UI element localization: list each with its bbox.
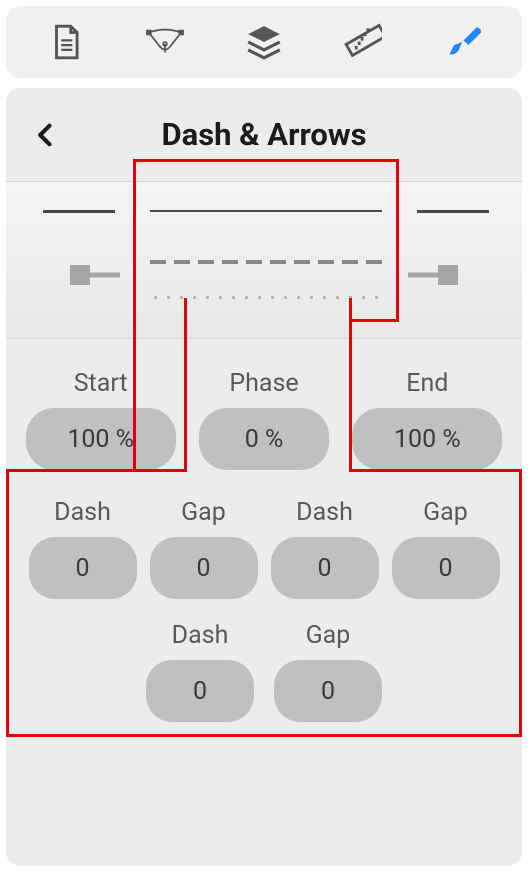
gap2-value[interactable]: 0 <box>392 537 500 599</box>
arrow-endcap-preview <box>408 253 498 297</box>
dash1-control: Dash 0 <box>22 498 143 599</box>
brush-icon[interactable] <box>440 20 484 64</box>
gap3-value[interactable]: 0 <box>274 660 382 722</box>
dash-label: Dash <box>54 498 111 527</box>
gap1-value[interactable]: 0 <box>150 537 258 599</box>
pen-nib-icon[interactable] <box>143 20 187 64</box>
phase-label: Phase <box>229 369 298 398</box>
layers-icon[interactable] <box>242 20 286 64</box>
arrow-endcap-preview <box>34 253 124 297</box>
start-value[interactable]: 100 % <box>26 408 176 470</box>
dash2-control: Dash 0 <box>264 498 385 599</box>
gap3-control: Gap 0 <box>274 621 382 722</box>
stroke-style-picker[interactable] <box>6 181 522 339</box>
stroke-style-next[interactable] <box>396 210 522 297</box>
ruler-icon[interactable] <box>341 20 385 64</box>
dash-arrows-panel: Dash & Arrows <box>6 88 522 866</box>
end-control: End 100 % <box>352 369 502 470</box>
stroke-style-current[interactable] <box>136 210 396 299</box>
stroke-style-prev[interactable] <box>6 210 136 297</box>
gap1-control: Gap 0 <box>143 498 264 599</box>
gap-label: Gap <box>181 498 226 527</box>
start-control: Start 100 % <box>26 369 176 470</box>
top-toolbar <box>6 6 522 78</box>
gap-label: Gap <box>423 498 468 527</box>
panel-title: Dash & Arrows <box>28 116 500 153</box>
document-icon[interactable] <box>44 20 88 64</box>
end-value[interactable]: 100 % <box>352 408 502 470</box>
gap-label: Gap <box>306 621 351 650</box>
gap2-control: Gap 0 <box>385 498 506 599</box>
dash3-value[interactable]: 0 <box>146 660 254 722</box>
phase-control: Phase 0 % <box>199 369 329 470</box>
phase-value[interactable]: 0 % <box>199 408 329 470</box>
dashed-line-preview <box>150 260 382 264</box>
start-label: Start <box>74 369 128 398</box>
dash-label: Dash <box>172 621 229 650</box>
start-phase-end-row: Start 100 % Phase 0 % End 100 % <box>6 339 522 480</box>
dash2-value[interactable]: 0 <box>271 537 379 599</box>
end-label: End <box>406 369 448 398</box>
dotted-line-preview <box>154 296 378 299</box>
dash-gap-section: Dash 0 Gap 0 Dash 0 Gap 0 Dash 0 Gap <box>6 480 522 722</box>
dash1-value[interactable]: 0 <box>29 537 137 599</box>
dash3-control: Dash 0 <box>146 621 254 722</box>
dash-label: Dash <box>296 498 353 527</box>
panel-header: Dash & Arrows <box>6 106 522 181</box>
